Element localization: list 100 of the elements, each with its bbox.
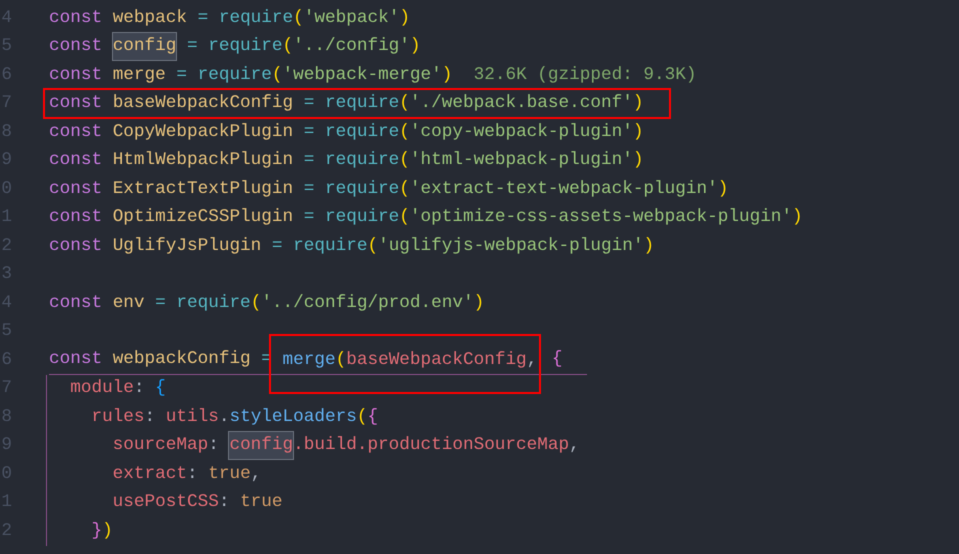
- code-token: const: [49, 149, 104, 172]
- code-token: const: [49, 6, 104, 30]
- code-token: const: [49, 234, 104, 258]
- code-token: 'uglifyjs-webpack-plugin': [378, 234, 644, 258]
- code-token: ,: [526, 348, 538, 372]
- code-token: =: [302, 92, 316, 116]
- code-token: (: [399, 178, 410, 201]
- code-token: const: [49, 292, 104, 315]
- code-token: {: [155, 377, 166, 400]
- code-token: HtmlWebpackPlugin: [112, 149, 294, 172]
- code-token: :: [144, 406, 156, 429]
- code-token: 'webpack': [304, 6, 400, 30]
- code-token: :: [208, 434, 220, 458]
- code-token: (: [399, 149, 410, 172]
- code-token: .: [218, 406, 230, 429]
- code-token: true: [240, 491, 283, 514]
- code-token: ): [643, 234, 654, 258]
- code-token: (: [367, 234, 378, 258]
- code-token: OptimizeCSSPlugin: [112, 206, 294, 230]
- code-token: .build.productionSourceMap: [293, 434, 570, 458]
- code-token: ): [792, 206, 803, 230]
- code-token: styleLoaders: [229, 406, 357, 429]
- code-token: env: [112, 292, 145, 315]
- code-token: baseWebpackConfig: [346, 348, 527, 372]
- code-token: require: [324, 149, 400, 172]
- code-token: utils: [166, 406, 219, 429]
- code-token: webpackConfig: [112, 348, 251, 372]
- code-token: const: [49, 348, 104, 372]
- code-token: ): [632, 92, 644, 116]
- code-token: ,: [250, 462, 262, 486]
- code-token: :: [134, 377, 146, 400]
- code-token: ): [399, 6, 410, 30]
- code-token: (: [293, 6, 304, 30]
- code-token: (: [399, 120, 410, 144]
- code-token: 'html-webpack-plugin': [410, 149, 633, 172]
- code-token: 'extract-text-webpack-plugin': [410, 178, 718, 201]
- code-token: 'webpack-merge': [282, 64, 442, 87]
- code-token: ): [442, 64, 452, 87]
- code-token: rules: [90, 406, 145, 429]
- code-token: true: [208, 462, 251, 486]
- code-token: '../config': [293, 35, 410, 58]
- code-token: (: [272, 64, 283, 87]
- highlighted-token: config: [112, 33, 176, 60]
- code-token: (: [250, 292, 262, 315]
- code-token: =: [302, 206, 316, 230]
- code-token: require: [324, 92, 400, 116]
- code-token: :: [218, 491, 230, 514]
- code-token: baseWebpackConfig: [112, 92, 294, 116]
- code-token: ): [632, 120, 644, 144]
- code-token: =: [196, 6, 210, 30]
- code-token: =: [302, 149, 316, 172]
- code-token: require: [324, 206, 400, 230]
- code-token: =: [154, 292, 167, 315]
- code-token: ): [474, 292, 484, 315]
- code-token: 'optimize-css-assets-webpack-plugin': [410, 206, 792, 230]
- code-token: './webpack.base.conf': [410, 92, 633, 116]
- code-token: {: [367, 406, 378, 429]
- code-token: require: [208, 35, 283, 58]
- code-token: const: [49, 178, 104, 201]
- code-token: module: [69, 377, 134, 400]
- code-token: ): [102, 520, 113, 543]
- code-token: (: [336, 348, 346, 372]
- highlighted-token: config: [229, 432, 294, 460]
- code-token: =: [302, 178, 316, 201]
- code-token: (: [356, 406, 368, 429]
- code-token: CopyWebpackPlugin: [112, 120, 294, 144]
- code-token: ExtractTextPlugin: [112, 178, 294, 201]
- code-token: const: [49, 206, 104, 230]
- code-token: const: [49, 64, 104, 87]
- code-token: merge: [112, 64, 166, 87]
- code-token: sourceMap: [112, 434, 208, 458]
- code-token: require: [198, 64, 272, 87]
- code-token: const: [49, 92, 104, 116]
- code-token: merge: [282, 348, 336, 372]
- code-token: 32.6K (gzipped: 9.3K): [474, 64, 697, 87]
- code-token: }: [90, 520, 102, 543]
- code-token: ): [632, 149, 644, 172]
- code-token: =: [186, 35, 199, 58]
- code-token: =: [270, 234, 284, 258]
- code-token: (: [399, 206, 410, 230]
- code-token: :: [187, 462, 199, 486]
- code-token: require: [324, 178, 400, 201]
- code-token: require: [293, 234, 368, 258]
- code-token: extract: [112, 462, 187, 486]
- code-token: UglifyJsPlugin: [112, 234, 262, 258]
- code-token: const: [49, 120, 104, 144]
- code-token: require: [176, 292, 251, 315]
- code-token: require: [218, 6, 294, 30]
- code-token: '../config/prod.env': [261, 292, 474, 315]
- code-token: require: [324, 120, 400, 144]
- code-token: ,: [569, 434, 580, 458]
- code-token: ): [410, 35, 421, 58]
- code-token: (: [399, 92, 410, 116]
- code-token: webpack: [112, 6, 187, 30]
- code-token: =: [302, 120, 316, 144]
- code-token: 'copy-webpack-plugin': [410, 120, 633, 144]
- code-token: {: [552, 348, 563, 372]
- code-token: ): [718, 178, 728, 201]
- code-token: (: [282, 35, 294, 58]
- code-token: usePostCSS: [112, 491, 219, 514]
